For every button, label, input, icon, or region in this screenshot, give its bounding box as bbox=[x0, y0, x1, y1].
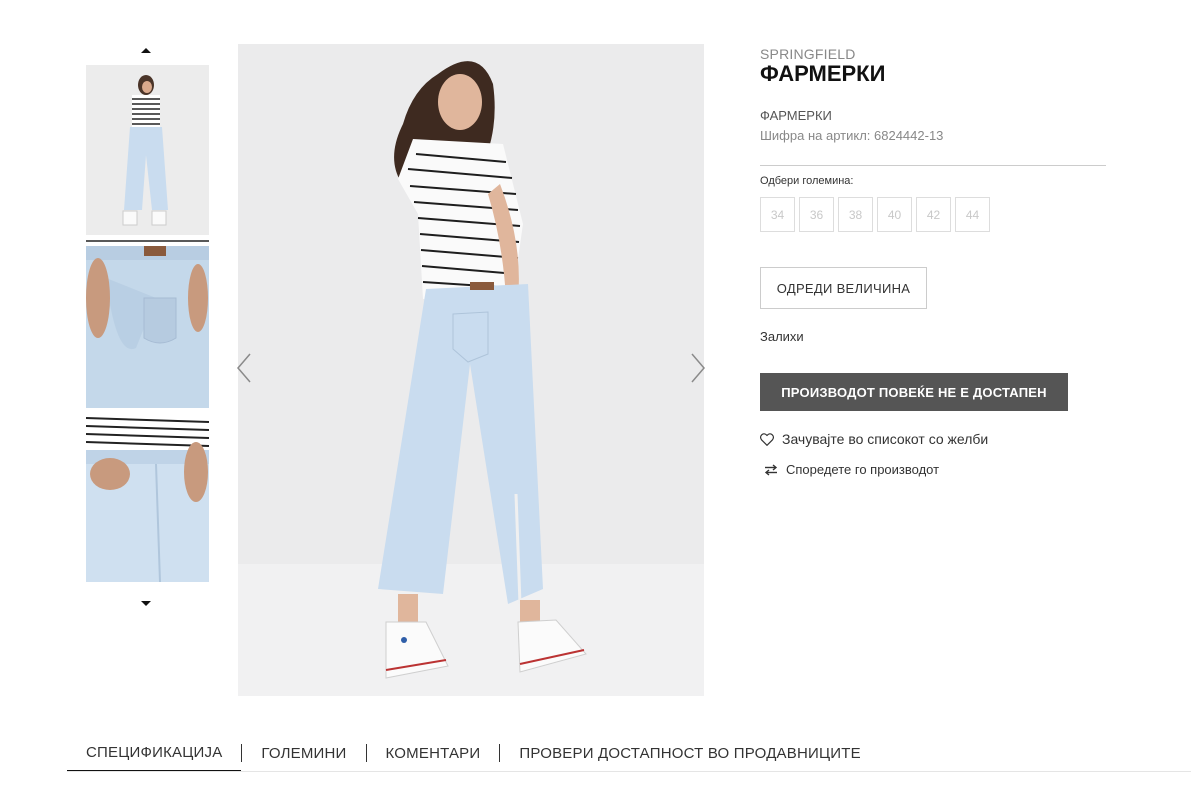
sku-label: Шифра на артикл: bbox=[760, 128, 871, 143]
compare-label: Споредете го производот bbox=[786, 462, 940, 477]
image-prev-chevron-icon[interactable] bbox=[234, 350, 258, 386]
heart-icon bbox=[760, 432, 774, 446]
product-sku: Шифра на артикл: 6824442-13 bbox=[760, 128, 943, 143]
thumbnail-2-image bbox=[86, 238, 209, 408]
divider bbox=[760, 165, 1106, 166]
sku-value: 6824442-13 bbox=[874, 128, 944, 143]
compare-arrows-icon bbox=[764, 463, 778, 476]
size-option[interactable]: 42 bbox=[916, 197, 951, 232]
compare-link[interactable]: Споредете го производот bbox=[764, 462, 939, 477]
tabs-underline bbox=[67, 771, 1191, 772]
wishlist-label: Зачувајте во списокот со желби bbox=[782, 431, 989, 447]
thumbnail-3-image bbox=[86, 412, 209, 582]
size-selector: 34 36 38 40 42 44 bbox=[760, 197, 990, 232]
wishlist-link[interactable]: Зачувајте во списокот со желби bbox=[760, 431, 988, 447]
thumbnail-3[interactable] bbox=[86, 412, 209, 582]
stock-label: Залихи bbox=[760, 329, 804, 344]
size-option[interactable]: 38 bbox=[838, 197, 873, 232]
product-brand: SPRINGFIELD bbox=[760, 46, 856, 62]
tab-specification[interactable]: СПЕЦИФИКАЦИЈА bbox=[67, 734, 242, 772]
size-label: Одбери големина: bbox=[760, 175, 854, 187]
main-product-image bbox=[238, 44, 704, 696]
gallery-up-arrow-icon[interactable] bbox=[141, 48, 151, 53]
product-title: ФАРМЕРКИ bbox=[760, 61, 886, 86]
product-tabs: СПЕЦИФИКАЦИЈА ГОЛЕМИНИ КОМЕНТАРИ ПРОВЕРИ… bbox=[67, 734, 880, 772]
size-option[interactable]: 34 bbox=[760, 197, 795, 232]
tab-comments[interactable]: КОМЕНТАРИ bbox=[367, 734, 500, 772]
thumbnail-1-image bbox=[86, 65, 209, 235]
size-guide-button[interactable]: ОДРЕДИ ВЕЛИЧИНА bbox=[760, 267, 927, 309]
size-option[interactable]: 44 bbox=[955, 197, 990, 232]
product-subname: ФАРМЕРКИ bbox=[760, 108, 832, 123]
image-next-chevron-icon[interactable] bbox=[684, 350, 708, 386]
thumbnail-1[interactable] bbox=[86, 65, 209, 235]
tab-sizes[interactable]: ГОЛЕМИНИ bbox=[242, 734, 365, 772]
size-option[interactable]: 40 bbox=[877, 197, 912, 232]
tab-store-availability[interactable]: ПРОВЕРИ ДОСТАПНОСТ ВО ПРОДАВНИЦИТЕ bbox=[500, 734, 879, 772]
size-option[interactable]: 36 bbox=[799, 197, 834, 232]
main-product-photo bbox=[238, 44, 704, 696]
gallery-down-arrow-icon[interactable] bbox=[141, 601, 151, 606]
product-unavailable-button: ПРОИЗВОДОТ ПОВЕЌЕ НЕ Е ДОСТАПЕН bbox=[760, 373, 1068, 411]
thumbnail-2[interactable] bbox=[86, 238, 209, 408]
